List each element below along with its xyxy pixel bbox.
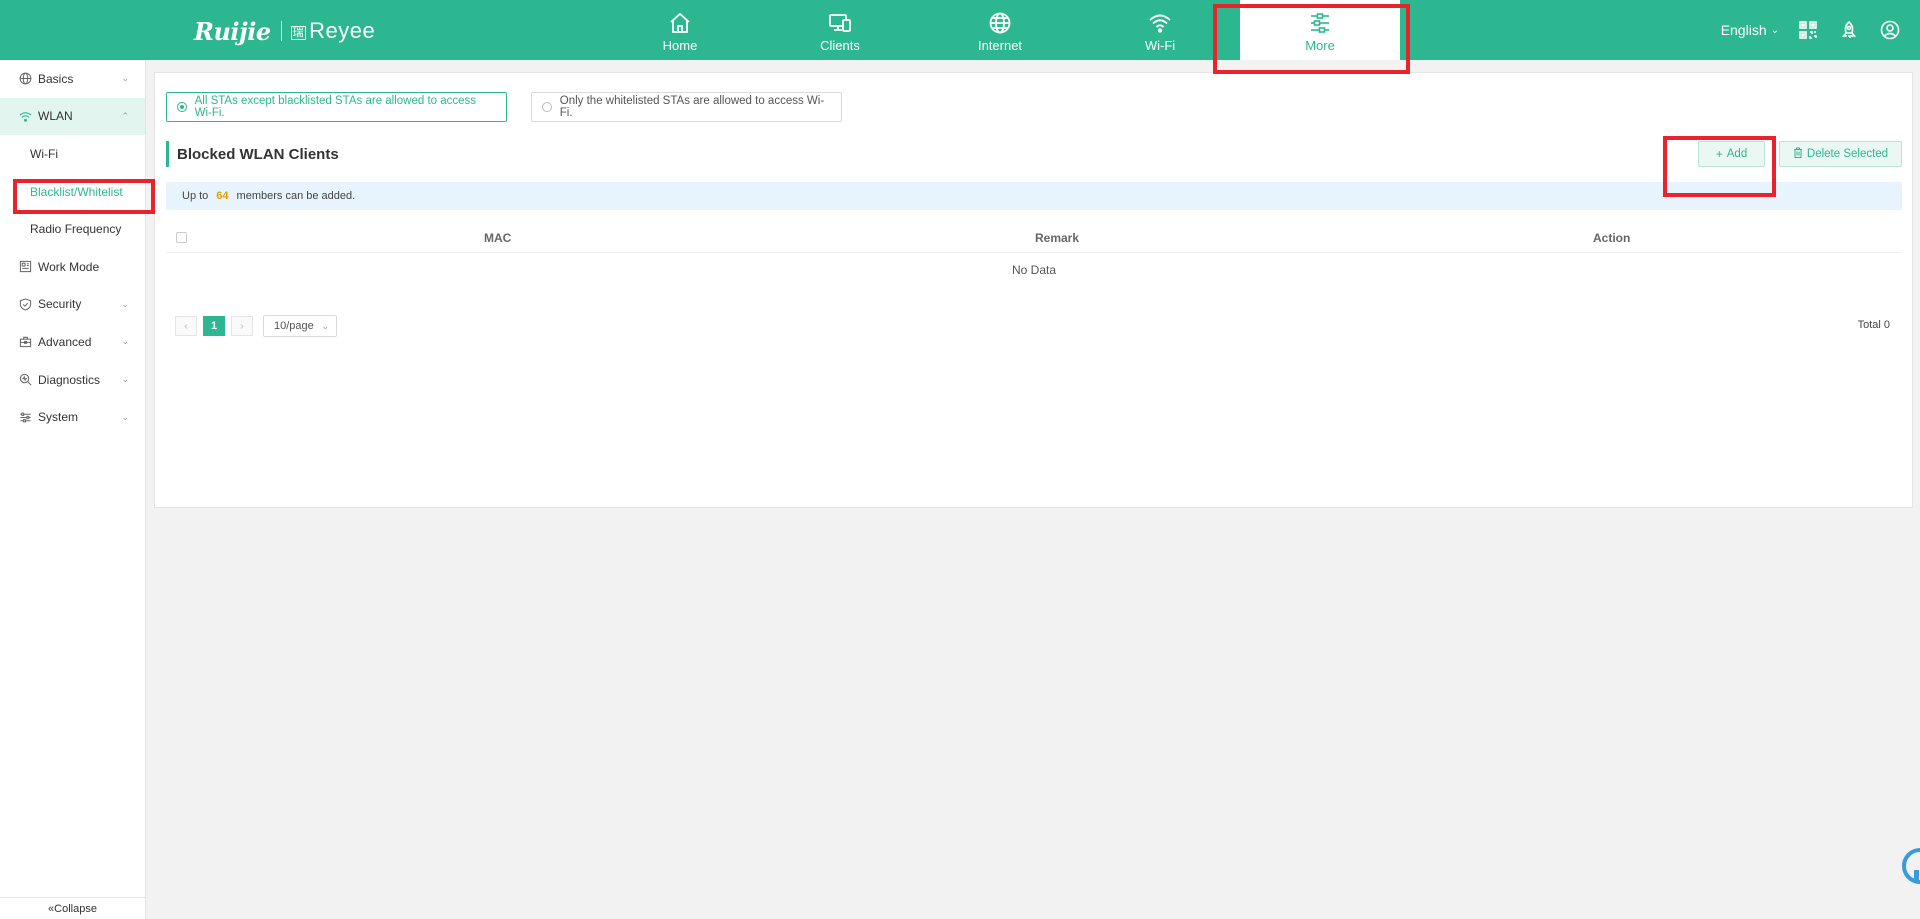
capacity-notice: Up to 64 members can be added. <box>166 182 1902 210</box>
prev-page-button[interactable]: ‹ <box>175 316 197 336</box>
total-count: Total 0 <box>1857 319 1890 331</box>
rocket-icon[interactable] <box>1838 19 1860 41</box>
content-card: All STAs except blacklisted STAs are all… <box>154 72 1913 508</box>
wifi-icon <box>18 109 32 123</box>
delete-selected-button[interactable]: Delete Selected <box>1779 141 1902 167</box>
select-all-checkbox[interactable] <box>176 232 187 243</box>
nav-internet-label: Internet <box>977 38 1023 53</box>
notice-count: 64 <box>216 190 229 202</box>
mode-option-label: Only the whitelisted STAs are allowed to… <box>559 95 825 119</box>
globe-icon <box>18 72 32 86</box>
sidebar-subitem-wifi[interactable]: Wi-Fi <box>0 135 145 173</box>
table-empty-text: No Data <box>1011 263 1057 277</box>
pagination: ‹ 1 › 10/page ⌄ <box>175 315 337 337</box>
notice-suffix: members can be added. <box>236 190 356 202</box>
chevron-up-icon: ⌃ <box>121 110 129 121</box>
radio-checked-icon <box>177 102 187 112</box>
chevron-down-icon: ⌄ <box>121 411 129 422</box>
table-header: MAC Remark Action <box>166 223 1902 253</box>
nav-wifi-label: Wi-Fi <box>1144 38 1176 53</box>
clients-icon <box>829 14 851 32</box>
page-size-select[interactable]: 10/page ⌄ <box>263 315 337 337</box>
column-header-mac: MAC <box>484 231 512 245</box>
sidebar-item-diagnostics[interactable]: Diagnostics ⌄ <box>0 361 145 399</box>
nav-more[interactable]: More <box>1240 0 1400 60</box>
chevron-down-icon: ⌄ <box>121 374 129 385</box>
nav-clients-label: Clients <box>820 38 860 53</box>
sidebar-item-system[interactable]: System ⌄ <box>0 398 145 436</box>
sidebar-item-label: System <box>38 410 79 425</box>
sidebar-subitem-radio-frequency[interactable]: Radio Frequency <box>0 210 145 248</box>
logo-divider <box>280 21 282 41</box>
nav-internet[interactable]: Internet <box>920 0 1080 60</box>
mode-option-label: All STAs except blacklisted STAs are all… <box>194 95 477 119</box>
sidebar-item-work-mode[interactable]: Work Mode <box>0 248 145 286</box>
sidebar-item-wlan[interactable]: WLAN ⌃ <box>0 97 145 136</box>
qr-code-icon[interactable] <box>1797 19 1819 41</box>
reyee-mark-icon: 瑞 <box>290 26 307 41</box>
language-label: English <box>1720 22 1767 38</box>
sidebar-item-security[interactable]: Security ⌄ <box>0 286 145 324</box>
sidebar-item-label: Basics <box>38 71 74 86</box>
shield-icon <box>18 297 32 311</box>
sidebar-item-label: Work Mode <box>38 259 100 274</box>
chevron-down-icon: ⌄ <box>121 336 129 347</box>
logo-reyee: 瑞 Reyee <box>290 18 376 44</box>
page-size-value: 10/page <box>274 320 314 332</box>
chevron-down-icon: ⌄ <box>121 73 129 84</box>
toolbox-icon <box>18 335 32 349</box>
radio-unchecked-icon <box>542 102 552 112</box>
mode-option-blacklist[interactable]: All STAs except blacklisted STAs are all… <box>166 92 507 122</box>
sidebar-item-label: Diagnostics <box>38 372 101 387</box>
chevron-down-icon: ⌄ <box>1770 24 1779 36</box>
chevron-down-icon: ⌄ <box>121 298 129 309</box>
nav-home-label: Home <box>662 38 698 53</box>
nav-clients[interactable]: Clients <box>760 0 920 60</box>
sidebar-item-label: WLAN <box>38 109 73 124</box>
logo-reyee-text: Reyee <box>309 18 376 43</box>
sidebar-item-basics[interactable]: Basics ⌄ <box>0 60 145 98</box>
add-button[interactable]: + Add <box>1698 141 1765 167</box>
next-page-button[interactable]: › <box>231 316 253 336</box>
work-mode-icon <box>18 260 32 274</box>
column-header-remark: Remark <box>1035 231 1080 245</box>
chevron-down-icon: ⌄ <box>321 320 329 331</box>
collapse-sidebar-button[interactable]: « Collapse <box>0 897 145 919</box>
sidebar-item-label: Security <box>38 297 82 312</box>
sidebar-subitem-blacklist-whitelist[interactable]: Blacklist/Whitelist <box>0 173 145 211</box>
delete-selected-label: Delete Selected <box>1806 148 1889 160</box>
page-number-button[interactable]: 1 <box>203 316 225 336</box>
brand-logo[interactable]: Ruijie 瑞 Reyee <box>194 16 376 46</box>
column-header-action: Action <box>1593 231 1631 245</box>
top-right-tools: English ⌄ <box>1721 0 1920 60</box>
top-bar: Ruijie 瑞 Reyee Home Clients Internet Wi-F… <box>0 0 1920 60</box>
trash-icon <box>1793 147 1803 161</box>
sidebar-item-label: Advanced <box>38 334 92 349</box>
mode-option-whitelist[interactable]: Only the whitelisted STAs are allowed to… <box>531 92 842 122</box>
nav-more-label: More <box>1305 38 1335 53</box>
sliders-icon <box>18 410 32 424</box>
diagnostics-icon <box>18 373 32 387</box>
sidebar-item-advanced[interactable]: Advanced ⌄ <box>0 323 145 361</box>
more-icon <box>1311 13 1329 33</box>
home-icon <box>670 12 690 33</box>
sidebar: Basics ⌄ WLAN ⌃ Wi-Fi Blacklist/Whitelis… <box>0 60 146 919</box>
collapse-label: Collapse <box>54 902 97 915</box>
nav-wifi[interactable]: Wi-Fi <box>1080 0 1240 60</box>
main-nav: Home Clients Internet Wi-Fi More <box>600 0 1400 60</box>
wifi-icon <box>1149 14 1171 33</box>
nav-home[interactable]: Home <box>600 0 760 60</box>
notice-prefix: Up to <box>182 190 209 202</box>
add-button-label: Add <box>1726 148 1748 160</box>
globe-icon <box>989 12 1011 34</box>
logo-ruijie: Ruijie <box>194 16 271 46</box>
language-select[interactable]: English ⌄ <box>1721 22 1779 38</box>
plus-icon: + <box>1715 147 1723 161</box>
user-account-icon[interactable] <box>1879 19 1901 41</box>
help-widget-icon[interactable] <box>1900 846 1920 886</box>
section-title: Blocked WLAN Clients <box>166 141 339 167</box>
